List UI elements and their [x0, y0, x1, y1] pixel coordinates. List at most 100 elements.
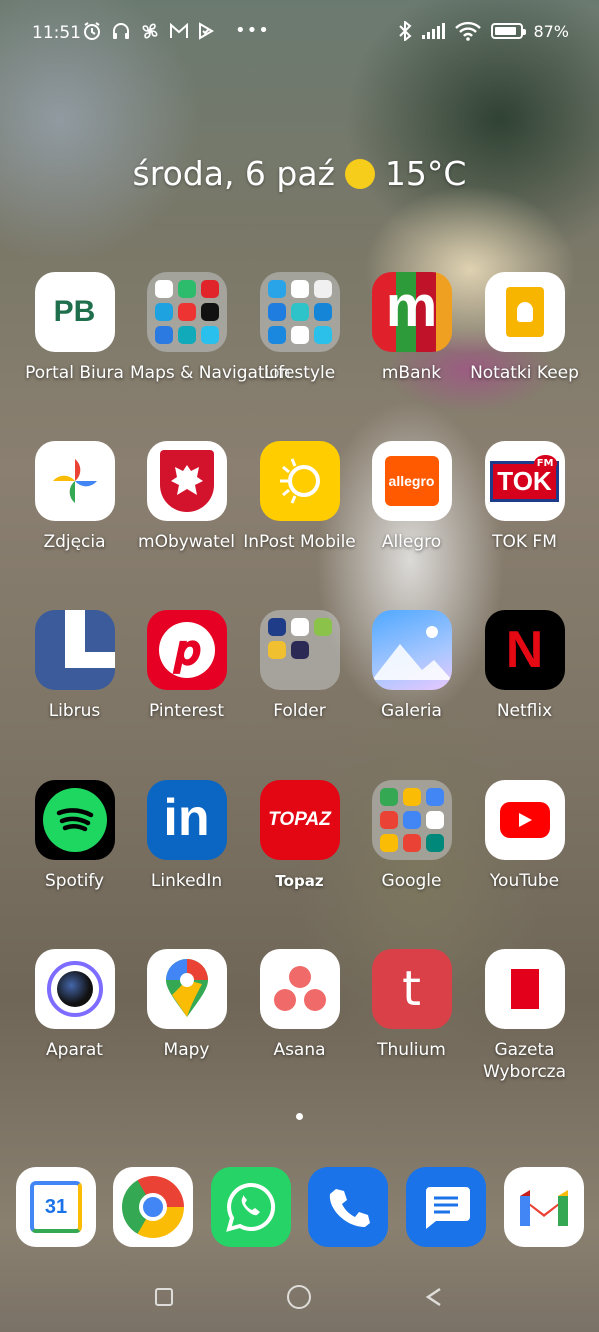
- mbank-icon: m: [371, 272, 452, 352]
- messages-icon: [406, 1167, 486, 1247]
- clock: 11:51: [32, 23, 81, 43]
- battery-icon: [491, 23, 527, 39]
- youtube-icon: [484, 780, 565, 860]
- app-linkedin[interactable]: in LinkedIn: [130, 780, 243, 892]
- dock-gmail[interactable]: [504, 1167, 584, 1247]
- app-label: Maps & Navigation: [130, 363, 291, 383]
- dock-phone[interactable]: [308, 1167, 388, 1247]
- app-tok-fm[interactable]: TOK FM TOK FM: [468, 441, 581, 553]
- app-librus[interactable]: Librus: [18, 610, 131, 722]
- eagle-emblem-icon: [146, 441, 227, 521]
- app-folder-lifestyle[interactable]: Lifestyle: [243, 272, 356, 384]
- dock-messages[interactable]: [406, 1167, 486, 1247]
- app-youtube[interactable]: YouTube: [468, 780, 581, 892]
- app-label: mBank: [381, 363, 442, 383]
- mbank-logo-text: m: [385, 274, 438, 339]
- topaz-logo-text: TOPAZ: [268, 809, 331, 830]
- dock-chrome[interactable]: [113, 1167, 193, 1247]
- battery-percent: 87%: [533, 21, 569, 41]
- linkedin-logo-text: in: [163, 789, 210, 847]
- app-folder[interactable]: Folder: [243, 610, 356, 722]
- app-mbank[interactable]: m mBank: [355, 272, 468, 384]
- tokfm-sub-text: FM: [533, 455, 557, 472]
- app-notatki-keep[interactable]: Notatki Keep: [468, 272, 581, 384]
- date-text: środa, 6 paź: [132, 154, 335, 193]
- folder-icon: [259, 610, 340, 690]
- tick-notification-icon: [199, 21, 214, 40]
- calendar-day-text: 31: [44, 1195, 68, 1218]
- folder-icon: [146, 272, 227, 352]
- app-label: Topaz: [275, 872, 324, 890]
- app-label: Librus: [48, 701, 101, 721]
- app-pinterest[interactable]: 𝒑 Pinterest: [130, 610, 243, 722]
- date-weather-widget[interactable]: środa, 6 paź 15°C: [0, 154, 599, 193]
- thulium-icon: t: [371, 949, 452, 1029]
- fan-icon: [142, 23, 158, 38]
- app-label: InPost Mobile: [243, 532, 356, 552]
- app-label: Google: [381, 871, 442, 891]
- google-photos-icon: [34, 441, 115, 521]
- app-allegro[interactable]: allegro Allegro: [355, 441, 468, 553]
- app-label: TOK FM: [492, 532, 557, 552]
- portal-biura-icon: PB: [34, 272, 115, 352]
- app-aparat[interactable]: Aparat: [18, 949, 131, 1061]
- folder-icon: [371, 780, 452, 860]
- app-mobywatel[interactable]: mObywatel: [130, 441, 243, 553]
- app-asana[interactable]: Asana: [243, 949, 356, 1061]
- app-label: Spotify: [44, 871, 105, 891]
- asana-icon: [259, 949, 340, 1029]
- portal-biura-logo-text: PB: [53, 295, 96, 328]
- app-thulium[interactable]: t Thulium: [355, 949, 468, 1061]
- signal-icon: [422, 23, 446, 39]
- headphones-icon: [113, 22, 129, 39]
- app-folder-google[interactable]: Google: [355, 780, 468, 892]
- app-label: Thulium: [377, 1040, 446, 1060]
- app-label: Pinterest: [148, 701, 225, 721]
- page-indicator[interactable]: [0, 1113, 599, 1120]
- netflix-logo-text: N: [505, 621, 544, 679]
- gmail-notification-icon: [170, 22, 188, 38]
- app-spotify[interactable]: Spotify: [18, 780, 131, 892]
- app-gazeta-wyborcza[interactable]: Gazeta Wyborcza: [468, 949, 581, 1083]
- dock-whatsapp[interactable]: [211, 1167, 291, 1247]
- pinterest-icon: 𝒑: [146, 610, 227, 690]
- app-folder-maps-navigation[interactable]: Maps & Navigation: [130, 272, 291, 384]
- google-maps-icon: [146, 949, 227, 1029]
- page-dot-active: [296, 1113, 303, 1120]
- app-label: Zdjęcia: [43, 532, 106, 552]
- allegro-logo-text: allegro: [388, 473, 435, 489]
- app-netflix[interactable]: N Netflix: [468, 610, 581, 722]
- app-galeria[interactable]: Galeria: [355, 610, 468, 722]
- app-label: Netflix: [496, 701, 553, 721]
- pinterest-p-glyph: 𝒑: [173, 625, 200, 674]
- app-label: Notatki Keep: [470, 363, 579, 383]
- sun-icon: [344, 158, 375, 189]
- folder-icon: [259, 272, 340, 352]
- home-button[interactable]: [287, 1285, 311, 1309]
- app-label: Aparat: [46, 1040, 103, 1060]
- topaz-icon: TOPAZ: [259, 780, 340, 860]
- app-label: Folder: [273, 701, 326, 721]
- gallery-icon: [371, 610, 452, 690]
- dock-calendar[interactable]: 31: [16, 1167, 96, 1247]
- recents-button[interactable]: [155, 1288, 173, 1306]
- app-label: Lifestyle: [263, 363, 336, 383]
- alarm-icon: [84, 21, 100, 40]
- app-label: LinkedIn: [150, 871, 223, 891]
- app-topaz[interactable]: TOPAZ Topaz: [243, 780, 356, 892]
- bluetooth-icon: [399, 21, 412, 41]
- back-button[interactable]: [425, 1287, 443, 1307]
- whatsapp-icon: [211, 1167, 291, 1247]
- app-label: Gazeta Wyborcza: [482, 1040, 567, 1082]
- app-inpost-mobile[interactable]: InPost Mobile: [243, 441, 356, 553]
- status-bar: 11:51 ••• 87%: [0, 0, 599, 64]
- phone-icon: [308, 1167, 388, 1247]
- app-mapy[interactable]: Mapy: [130, 949, 243, 1061]
- app-portal-biura[interactable]: PB Portal Biura: [18, 272, 131, 384]
- app-label: Allegro: [381, 532, 442, 552]
- gmail-icon: [504, 1167, 584, 1247]
- app-zdjecia[interactable]: Zdjęcia: [18, 441, 131, 553]
- app-label: Portal Biura: [25, 363, 124, 383]
- netflix-icon: N: [484, 610, 565, 690]
- librus-icon: [34, 610, 115, 690]
